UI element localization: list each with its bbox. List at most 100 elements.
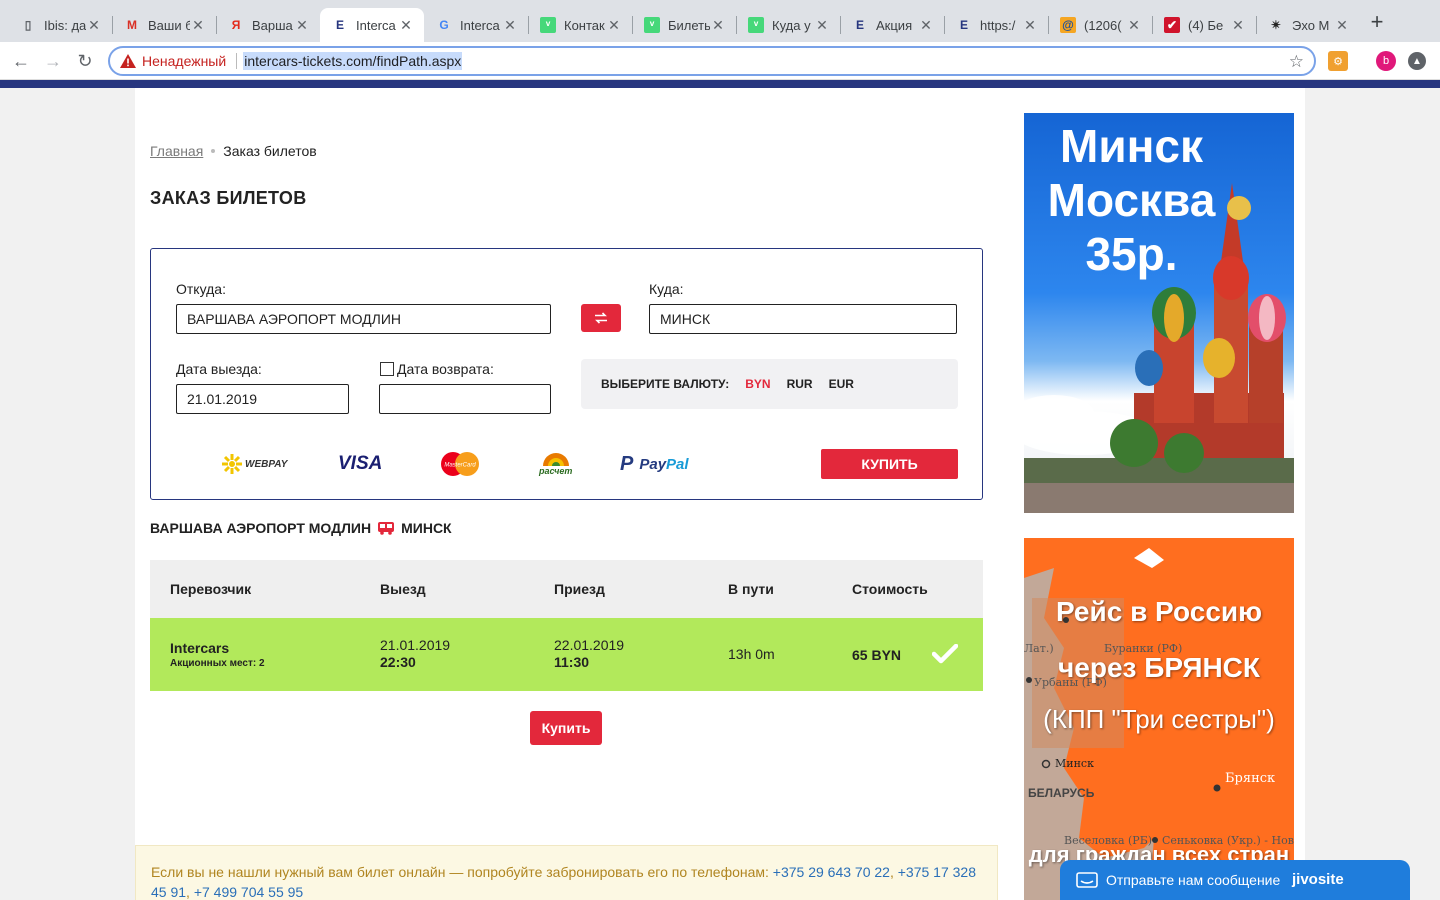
webpay-star-icon: [222, 454, 242, 474]
security-status[interactable]: Ненадежный: [142, 53, 226, 69]
phone-link-1[interactable]: +375 29 643 70 22: [773, 864, 890, 880]
ad1-line-1: Минск: [1060, 120, 1203, 172]
paypal-text-pal: Pal: [666, 455, 689, 473]
header-arrival: Приезд: [554, 581, 605, 597]
notice-text: Если вы не нашли нужный вам билет онлайн…: [151, 864, 773, 880]
departure-date-input[interactable]: 21.01.2019: [176, 384, 349, 414]
menu-download-icon[interactable]: ▲: [1408, 52, 1426, 70]
currency-label: ВЫБЕРИТЕ ВАЛЮТУ:: [601, 377, 730, 391]
forward-icon[interactable]: →: [42, 50, 64, 72]
swap-icon: [595, 312, 607, 324]
tab-title: Контак: [564, 17, 605, 33]
jivosite-chat-widget[interactable]: Отправьте нам сообщение jivosite: [1060, 860, 1410, 900]
browser-tab[interactable]: E Акция ✕: [840, 8, 944, 42]
close-tab-icon[interactable]: ✕: [502, 17, 518, 34]
bookmark-star-icon[interactable]: ☆: [1289, 52, 1304, 72]
browser-tab[interactable]: ▯ Ibis: да ✕: [8, 8, 112, 42]
breadcrumb-home-link[interactable]: Главная: [150, 143, 203, 159]
close-tab-icon[interactable]: ✕: [814, 17, 830, 34]
browser-tab[interactable]: ✔ (4) Бе ✕: [1152, 8, 1256, 42]
close-tab-icon[interactable]: ✕: [86, 17, 102, 34]
buy-button[interactable]: КУПИТЬ: [821, 449, 958, 479]
tab-title: Куда у: [772, 17, 811, 33]
extension-icon[interactable]: ⚙: [1328, 51, 1348, 71]
ad-banner-bryansk-route[interactable]: Лат.) Буранки (РФ) Урбаны (РФ) Минск Бря…: [1024, 538, 1294, 900]
intercars-icon: E: [855, 18, 864, 32]
browser-tab[interactable]: Ehttps:/ ✕: [944, 8, 1048, 42]
return-label: Дата возврата:: [397, 361, 494, 377]
bus-icon: [378, 522, 395, 535]
browser-tab[interactable]: ✴ Эхо М ✕: [1256, 8, 1360, 42]
paypal-p-icon: P: [620, 452, 634, 475]
browser-tab[interactable]: G Interca ✕: [424, 8, 528, 42]
tab-separator: [528, 16, 529, 34]
close-tab-icon[interactable]: ✕: [190, 17, 206, 34]
currency-selector: ВЫБЕРИТЕ ВАЛЮТУ: BYN RUR EUR: [581, 359, 958, 409]
profile-avatar[interactable]: b: [1376, 51, 1396, 71]
ad-banner-minsk-moscow[interactable]: Минск Москва 35р.: [1024, 113, 1294, 513]
browser-tab[interactable]: ᵛ Билеть ✕: [632, 8, 736, 42]
tab-title: Эхо М: [1292, 17, 1330, 33]
tab-separator: [1256, 16, 1257, 34]
url-text[interactable]: intercars-tickets.com/findPath.aspx: [243, 52, 463, 70]
gmail-icon: M: [127, 18, 137, 32]
raschet-icon: [542, 453, 569, 466]
close-tab-icon[interactable]: ✕: [1230, 17, 1246, 34]
warning-icon: [120, 54, 136, 68]
buy-selected-button[interactable]: Купить: [530, 711, 602, 745]
return-date-input[interactable]: [379, 384, 551, 414]
browser-tab[interactable]: E Interca ✕: [320, 8, 424, 42]
phone-link-3[interactable]: +7 499 704 55 95: [194, 884, 303, 900]
browser-tab[interactable]: M Ваши б ✕: [112, 8, 216, 42]
arrive-time: 11:30: [554, 654, 590, 670]
carrier-name: Intercars: [170, 640, 230, 656]
tab-separator: [840, 16, 841, 34]
close-tab-icon[interactable]: ✕: [918, 17, 934, 34]
browser-tab[interactable]: ᵛ Контак ✕: [528, 8, 632, 42]
browser-tab[interactable]: ᵛ Куда у ✕: [736, 8, 840, 42]
webpay-text: WEBPAY: [245, 458, 288, 470]
tab-strip: ▯ Ibis: да ✕ M Ваши б ✕ Я Варша ✕ E Interca ✕ G Inter…: [0, 0, 1440, 42]
ad2-line-1: Рейс в Россию: [1055, 596, 1263, 627]
new-tab-button[interactable]: +: [1366, 11, 1388, 34]
currency-byn[interactable]: BYN: [745, 377, 770, 391]
close-tab-icon[interactable]: ✕: [294, 17, 310, 34]
mastercard-icon: MasterCard: [441, 452, 479, 476]
depart-date: 21.01.2019: [380, 637, 451, 653]
header-carrier: Перевозчик: [170, 581, 252, 597]
tourist-icon: ᵛ: [540, 17, 556, 33]
page-title: ЗАКАЗ БИЛЕТОВ: [150, 188, 307, 208]
chat-message-label: Отправьте нам сообщение: [1106, 872, 1281, 888]
back-icon[interactable]: ←: [10, 50, 32, 72]
reload-icon[interactable]: ↻: [74, 50, 96, 72]
close-tab-icon[interactable]: ✕: [1334, 17, 1350, 34]
browser-tab[interactable]: Я Варша ✕: [216, 8, 320, 42]
close-tab-icon[interactable]: ✕: [1022, 17, 1038, 34]
intercars-icon: E: [959, 18, 968, 32]
close-tab-icon[interactable]: ✕: [398, 17, 414, 34]
promo-seats: Акционных мест: 2: [170, 658, 265, 669]
url-divider: [236, 53, 238, 69]
close-tab-icon[interactable]: ✕: [1126, 17, 1142, 34]
currency-rur[interactable]: RUR: [787, 377, 813, 391]
raschet-text: расчет: [539, 466, 573, 476]
swap-direction-button[interactable]: [581, 304, 621, 332]
close-tab-icon[interactable]: ✕: [606, 17, 622, 34]
currency-eur[interactable]: EUR: [829, 377, 854, 391]
results-table-header: Перевозчик Выезд Приезд В пути Стоимость: [150, 560, 983, 618]
paypal-text-pay: Pay: [639, 455, 667, 473]
address-bar[interactable]: Ненадежный intercars-tickets.com/findPat…: [108, 46, 1316, 76]
to-label: Куда:: [649, 281, 684, 297]
to-input[interactable]: МИНСК: [649, 304, 957, 334]
tab-title: Interca: [356, 17, 396, 33]
google-icon: G: [439, 18, 449, 32]
return-checkbox[interactable]: [380, 362, 394, 376]
checkmark-icon[interactable]: [932, 644, 958, 664]
departure-label: Дата выезда:: [176, 361, 262, 377]
from-input[interactable]: ВАРШАВА АЭРОПОРТ МОДЛИН: [176, 304, 551, 334]
browser-tab[interactable]: @ (1206(✕: [1048, 8, 1152, 42]
close-tab-icon[interactable]: ✕: [710, 17, 726, 34]
table-row[interactable]: Intercars Акционных мест: 2 21.01.2019 2…: [150, 618, 983, 691]
breadcrumb-separator: [211, 149, 216, 153]
map-label-4: Минск: [1055, 757, 1094, 770]
